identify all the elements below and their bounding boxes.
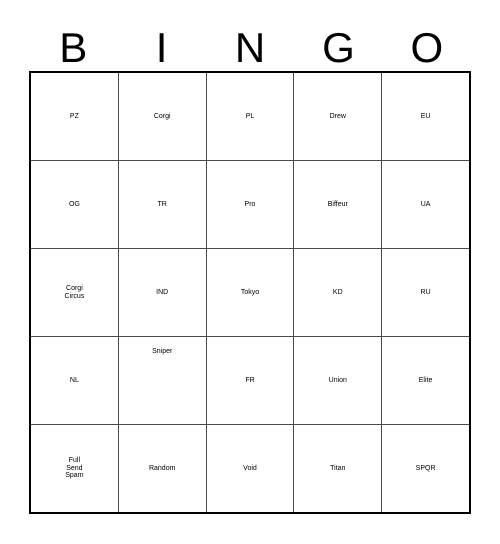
- bingo-cell-i3[interactable]: IND: [117, 249, 206, 336]
- bingo-cell-n1[interactable]: PL: [205, 73, 294, 160]
- bingo-cell-i2[interactable]: TR: [117, 161, 206, 248]
- bingo-cell-label: Sniper: [152, 348, 173, 355]
- bingo-cell-n2[interactable]: Pro: [205, 161, 294, 248]
- bingo-cell-o3[interactable]: RU: [381, 249, 469, 336]
- bingo-cell-label: FR: [245, 376, 255, 384]
- bingo-cell-label: Corgi Circus: [64, 284, 85, 300]
- bingo-cell-b4[interactable]: NL: [31, 337, 118, 424]
- bingo-header-letter-g: G: [322, 24, 355, 71]
- bingo-cell-g5[interactable]: Titan: [293, 425, 382, 512]
- bingo-cell-label: Union: [328, 376, 347, 384]
- bingo-cell-b1[interactable]: PZ: [31, 73, 118, 160]
- bingo-row: NL Sniper FR Union Elite: [31, 336, 469, 424]
- bingo-cell-o2[interactable]: UA: [381, 161, 469, 248]
- bingo-card: B I N G O PZ Corgi PL Drew EU OG TR Pro …: [0, 0, 500, 544]
- bingo-header-letter-i: I: [155, 24, 168, 71]
- bingo-cell-label: NL: [69, 376, 79, 384]
- bingo-cell-label: SPQR: [415, 464, 436, 472]
- bingo-header: B I N G O: [29, 14, 471, 71]
- bingo-grid: PZ Corgi PL Drew EU OG TR Pro Biffeur UA…: [29, 71, 471, 514]
- bingo-cell-label: PL: [245, 112, 255, 120]
- bingo-cell-label: Elite: [418, 376, 433, 384]
- bingo-cell-o4[interactable]: Elite: [381, 337, 469, 424]
- bingo-cell-label: Corgi: [153, 112, 171, 120]
- bingo-row: Corgi Circus IND Tokyo KD RU: [31, 248, 469, 336]
- bingo-cell-n3[interactable]: Tokyo: [205, 249, 294, 336]
- bingo-cell-g4[interactable]: Union: [293, 337, 382, 424]
- bingo-row: Full Send Spam Random Void Titan SPQR: [31, 424, 469, 512]
- bingo-cell-i4[interactable]: Sniper: [117, 337, 206, 424]
- bingo-cell-label: PZ: [69, 112, 79, 120]
- bingo-cell-label: Drew: [329, 112, 346, 120]
- bingo-cell-label: TR: [157, 200, 167, 208]
- bingo-row: OG TR Pro Biffeur UA: [31, 160, 469, 248]
- bingo-cell-label: Pro: [244, 200, 256, 208]
- bingo-cell-o5[interactable]: SPQR: [381, 425, 469, 512]
- bingo-cell-label: Full Send Spam: [65, 456, 84, 480]
- bingo-cell-label: RU: [420, 288, 431, 296]
- bingo-cell-g2[interactable]: Biffeur: [293, 161, 382, 248]
- bingo-cell-g3[interactable]: KD: [293, 249, 382, 336]
- bingo-cell-n5[interactable]: Void: [205, 425, 294, 512]
- bingo-cell-label: Tokyo: [240, 288, 260, 296]
- bingo-cell-o1[interactable]: EU: [381, 73, 469, 160]
- bingo-cell-label: Biffeur: [327, 200, 348, 208]
- bingo-cell-label: KD: [332, 288, 343, 296]
- bingo-header-letter-b: B: [59, 24, 88, 71]
- bingo-cell-label: IND: [156, 288, 169, 296]
- bingo-cell-label: Void: [243, 464, 257, 472]
- bingo-cell-label: UA: [420, 200, 431, 208]
- bingo-cell-b3[interactable]: Corgi Circus: [31, 249, 118, 336]
- bingo-cell-n4[interactable]: FR: [205, 337, 294, 424]
- bingo-cell-label: EU: [420, 112, 431, 120]
- bingo-cell-b2[interactable]: OG: [31, 161, 118, 248]
- bingo-cell-i1[interactable]: Corgi: [117, 73, 206, 160]
- bingo-cell-label: Titan: [330, 464, 346, 472]
- bingo-cell-g1[interactable]: Drew: [293, 73, 382, 160]
- bingo-cell-label: OG: [68, 200, 80, 208]
- bingo-cell-i5[interactable]: Random: [117, 425, 206, 512]
- bingo-cell-label: Random: [148, 464, 176, 472]
- bingo-header-letter-o: O: [410, 24, 444, 71]
- bingo-cell-b5[interactable]: Full Send Spam: [31, 425, 118, 512]
- bingo-header-letter-n: N: [234, 24, 266, 71]
- bingo-row: PZ Corgi PL Drew EU: [31, 73, 469, 160]
